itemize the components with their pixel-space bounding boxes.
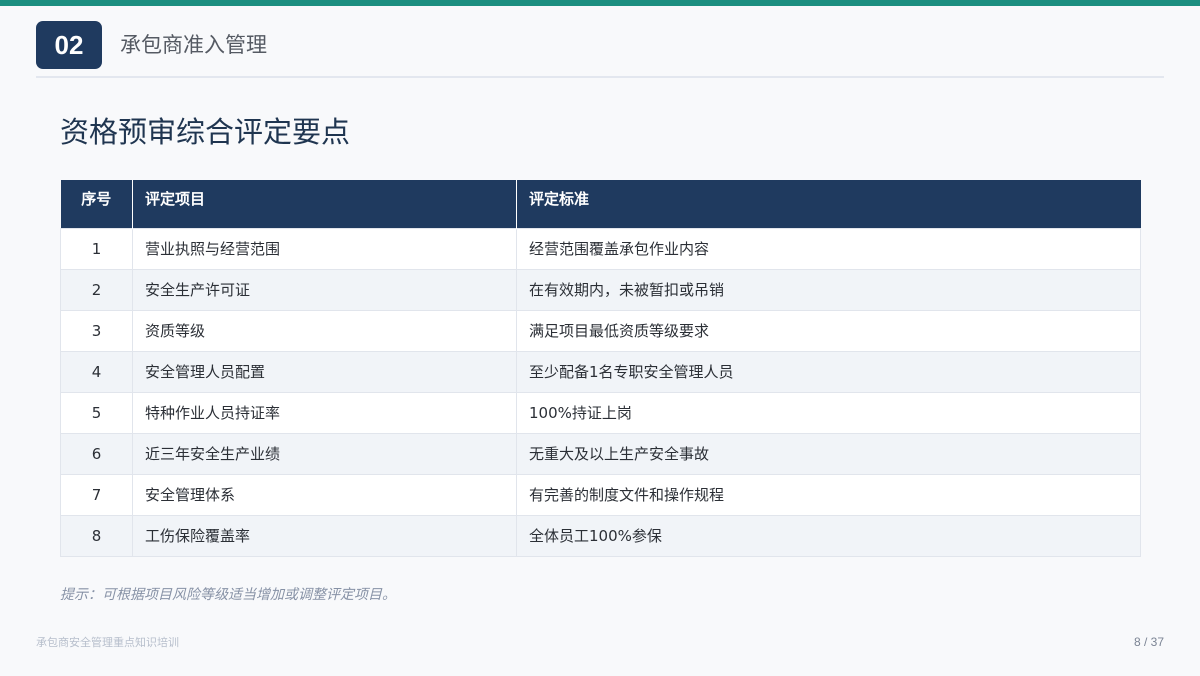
row-item: 特种作业人员持证率 — [132, 391, 517, 434]
table-row: 3 资质等级 满足项目最低资质等级要求 — [60, 309, 1141, 352]
tip-note: 提示：可根据项目风险等级适当增加或调整评定项目。 — [60, 587, 396, 603]
row-standard: 无重大及以上生产安全事故 — [516, 432, 1141, 475]
header-standard: 评定标准 — [516, 180, 1141, 228]
table-row: 4 安全管理人员配置 至少配备1名专职安全管理人员 — [60, 350, 1141, 393]
criteria-table: 序号 评定项目 评定标准 1 营业执照与经营范围 经营范围覆盖承包作业内容 2 … — [60, 180, 1141, 557]
row-index: 3 — [60, 309, 133, 352]
row-standard: 在有效期内，未被暂扣或吊销 — [516, 268, 1141, 311]
row-standard: 全体员工100%参保 — [516, 514, 1141, 557]
row-standard: 100%持证上岗 — [516, 391, 1141, 434]
page-number: 8 / 37 — [1133, 635, 1164, 649]
page-title: 资格预审综合评定要点 — [60, 115, 351, 149]
row-index: 4 — [60, 350, 133, 393]
section-title: 承包商准入管理 — [120, 33, 267, 57]
row-item: 安全管理人员配置 — [132, 350, 517, 393]
top-accent-bar — [0, 0, 1200, 6]
row-standard: 有完善的制度文件和操作规程 — [516, 473, 1141, 516]
row-item: 工伤保险覆盖率 — [132, 514, 517, 557]
header-item: 评定项目 — [132, 180, 517, 228]
row-index: 8 — [60, 514, 133, 557]
table-row: 2 安全生产许可证 在有效期内，未被暂扣或吊销 — [60, 268, 1141, 311]
row-standard: 经营范围覆盖承包作业内容 — [516, 227, 1141, 270]
table-row: 8 工伤保险覆盖率 全体员工100%参保 — [60, 514, 1141, 557]
header-index: 序号 — [60, 180, 133, 228]
row-index: 6 — [60, 432, 133, 475]
row-item: 安全管理体系 — [132, 473, 517, 516]
section-number-badge: 02 — [36, 21, 102, 69]
row-standard: 至少配备1名专职安全管理人员 — [516, 350, 1141, 393]
row-item: 近三年安全生产业绩 — [132, 432, 517, 475]
row-index: 1 — [60, 227, 133, 270]
table-row: 5 特种作业人员持证率 100%持证上岗 — [60, 391, 1141, 434]
footer-title: 承包商安全管理重点知识培训 — [36, 636, 179, 649]
table-row: 7 安全管理体系 有完善的制度文件和操作规程 — [60, 473, 1141, 516]
header-divider — [36, 76, 1164, 78]
row-index: 5 — [60, 391, 133, 434]
row-item: 安全生产许可证 — [132, 268, 517, 311]
row-standard: 满足项目最低资质等级要求 — [516, 309, 1141, 352]
row-index: 2 — [60, 268, 133, 311]
table-row: 6 近三年安全生产业绩 无重大及以上生产安全事故 — [60, 432, 1141, 475]
row-index: 7 — [60, 473, 133, 516]
row-item: 营业执照与经营范围 — [132, 227, 517, 270]
table-row: 1 营业执照与经营范围 经营范围覆盖承包作业内容 — [60, 227, 1141, 270]
row-item: 资质等级 — [132, 309, 517, 352]
table-header-row: 序号 评定项目 评定标准 — [60, 180, 1141, 228]
